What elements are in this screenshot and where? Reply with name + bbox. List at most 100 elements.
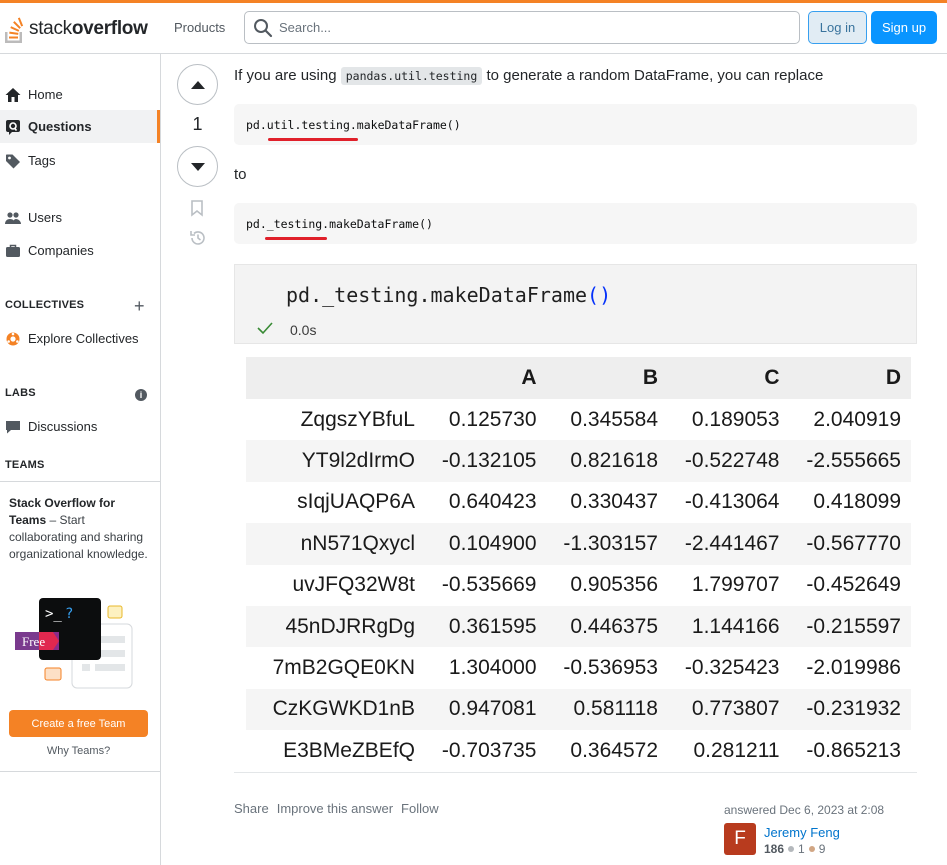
table-cell: -0.703735 xyxy=(441,738,537,762)
sidebar-item-discussions[interactable]: Discussions xyxy=(0,410,160,443)
plus-icon[interactable]: + xyxy=(134,297,145,315)
reputation-score: 186 xyxy=(764,842,785,856)
table-row: YT9l2dIrmO -0.132105 0.821618 -0.522748 -2.5… xyxy=(246,440,911,482)
sidebar-item-users[interactable]: Users xyxy=(0,201,160,234)
table-cell: 0.330437 xyxy=(570,490,658,514)
table-cell: -0.535669 xyxy=(441,573,537,597)
table-cell: 0.640423 xyxy=(448,490,537,514)
downvote-arrow-icon xyxy=(190,162,205,171)
silver-badge-count: 1 xyxy=(798,842,805,856)
sidebar-item-questions[interactable]: Questions xyxy=(0,110,160,143)
history-icon[interactable] xyxy=(188,228,208,248)
notebook-cell: pd._testing.makeDataFrame() 0.0s xyxy=(234,264,917,344)
create-team-button[interactable]: Create a free Team xyxy=(9,710,148,737)
row-index: sIqjUAQP6A xyxy=(297,490,415,514)
why-teams-link[interactable]: Why Teams? xyxy=(0,745,157,757)
column-header: C xyxy=(668,357,790,399)
sidebar-item-label: Explore Collectives xyxy=(28,331,139,346)
bronze-badge-icon xyxy=(808,846,815,852)
sidebar-item-label: Companies xyxy=(28,243,94,258)
table-cell: -0.536953 xyxy=(563,656,658,680)
execution-time: 0.0s xyxy=(290,322,317,338)
row-index: E3BMeZBEfQ xyxy=(283,738,415,762)
upvote-button[interactable] xyxy=(177,64,218,105)
info-icon[interactable]: i xyxy=(135,389,147,401)
table-row: 45nDJRRgDg 0.361595 0.446375 1.144166 -0.215… xyxy=(246,605,911,648)
collectives-title: COLLECTIVES xyxy=(5,299,85,311)
collectives-icon xyxy=(5,331,21,347)
sidebar-item-explore-collectives[interactable]: Explore Collectives xyxy=(0,322,160,355)
red-underline xyxy=(268,138,358,141)
notebook-code: pd._testing.makeDataFrame() xyxy=(286,283,612,307)
row-index: ZqgszYBfuL xyxy=(300,407,415,431)
table-row: 7mB2GQE0KN 1.304000 -0.536953 -0.325423 -2.0… xyxy=(246,647,911,688)
upvote-arrow-icon xyxy=(190,80,205,89)
code-block-new: pd. _testing .makeDataFrame() xyxy=(234,203,917,244)
table-row: sIqjUAQP6A 0.640423 0.330437 -0.413064 0.418… xyxy=(246,482,911,523)
search-icon xyxy=(254,18,273,37)
answer-intro: If you are using pandas.util.testing to … xyxy=(234,67,824,85)
table-cell: 0.905356 xyxy=(570,573,658,597)
briefcase-icon xyxy=(5,243,21,259)
table-cell: -2.441467 xyxy=(668,523,790,565)
row-index: 7mB2GQE0KN xyxy=(272,656,415,680)
table-cell: 0.364572 xyxy=(570,738,658,762)
table-row: E3BMeZBEfQ -0.703735 0.364572 0.281211 -0.86… xyxy=(246,730,911,771)
post-actions: Share Improve this answer Follow xyxy=(234,801,439,816)
row-index: CzKGWKD1nB xyxy=(246,688,425,731)
user-name-link[interactable]: Jeremy Feng xyxy=(764,825,840,840)
avatar[interactable]: F xyxy=(724,823,756,855)
signup-button[interactable]: Sign up xyxy=(871,11,937,44)
column-header: A xyxy=(425,357,547,399)
table-cell: 0.418099 xyxy=(813,490,901,514)
table-cell: -0.522748 xyxy=(668,440,790,482)
table-row: nN571Qxycl 0.104900 -1.303157 -2.441467 -0.5… xyxy=(246,523,911,565)
table-cell: 0.446375 xyxy=(546,605,668,648)
home-icon xyxy=(5,87,21,103)
table-cell: -0.413064 xyxy=(684,490,780,514)
table-row: ZqgszYBfuL 0.125730 0.345584 0.189053 2.0409… xyxy=(246,399,911,440)
tag-icon xyxy=(5,153,21,169)
teams-promo: Stack Overflow for Teams – Start collabo… xyxy=(0,481,160,772)
table-cell: -0.452649 xyxy=(806,573,901,597)
svg-text:?: ? xyxy=(65,606,73,622)
products-link[interactable]: Products xyxy=(174,20,225,35)
stackoverflow-icon xyxy=(5,17,24,43)
search-input[interactable]: Search... xyxy=(244,11,800,44)
vote-count: 1 xyxy=(192,114,203,134)
row-index: YT9l2dIrmO xyxy=(246,440,425,482)
sidebar-item-home[interactable]: Home xyxy=(0,78,160,111)
search-placeholder: Search... xyxy=(279,20,332,35)
table-cell: -0.231932 xyxy=(789,688,911,731)
table-row: CzKGWKD1nB 0.947081 0.581118 0.773807 -0.231… xyxy=(246,688,911,731)
table-cell: -2.019986 xyxy=(806,656,901,680)
follow-link[interactable]: Follow xyxy=(401,801,439,816)
table-cell: -2.555665 xyxy=(789,440,911,482)
downvote-button[interactable] xyxy=(177,146,218,187)
discussions-icon xyxy=(5,419,21,435)
row-index: 45nDJRRgDg xyxy=(246,605,425,648)
table-cell: 0.104900 xyxy=(425,523,547,565)
login-button[interactable]: Log in xyxy=(808,11,867,44)
sidebar-item-tags[interactable]: Tags xyxy=(0,144,160,177)
table-header-row: A B C D xyxy=(246,357,911,399)
table-cell: -0.215597 xyxy=(789,605,911,648)
stackoverflow-logo[interactable]: stackoverflow xyxy=(4,12,148,46)
table-cell: 0.821618 xyxy=(546,440,668,482)
bronze-badge-count: 9 xyxy=(818,842,826,856)
table-cell: -0.325423 xyxy=(684,656,780,680)
logo-text: stackoverflow xyxy=(29,18,148,39)
inline-code: pandas.util.testing xyxy=(340,67,483,85)
table-cell: 1.144166 xyxy=(668,605,790,648)
dataframe-table: A B C D ZqgszYBfuL 0.125730 0.345584 0.1890… xyxy=(246,357,911,772)
left-sidebar: Home Questions Tags Users Companies COLL… xyxy=(0,54,161,865)
table-cell: 0.345584 xyxy=(570,407,658,431)
bookmark-icon[interactable] xyxy=(188,199,206,217)
user-reputation: 186 1 9 xyxy=(764,842,825,856)
labs-title: LABS xyxy=(5,387,36,399)
answered-timestamp: answered Dec 6, 2023 at 2:08 xyxy=(724,803,885,817)
row-index: nN571Qxycl xyxy=(246,523,425,565)
share-link[interactable]: Share xyxy=(234,801,269,816)
improve-answer-link[interactable]: Improve this answer xyxy=(277,801,393,816)
sidebar-item-companies[interactable]: Companies xyxy=(0,234,160,267)
